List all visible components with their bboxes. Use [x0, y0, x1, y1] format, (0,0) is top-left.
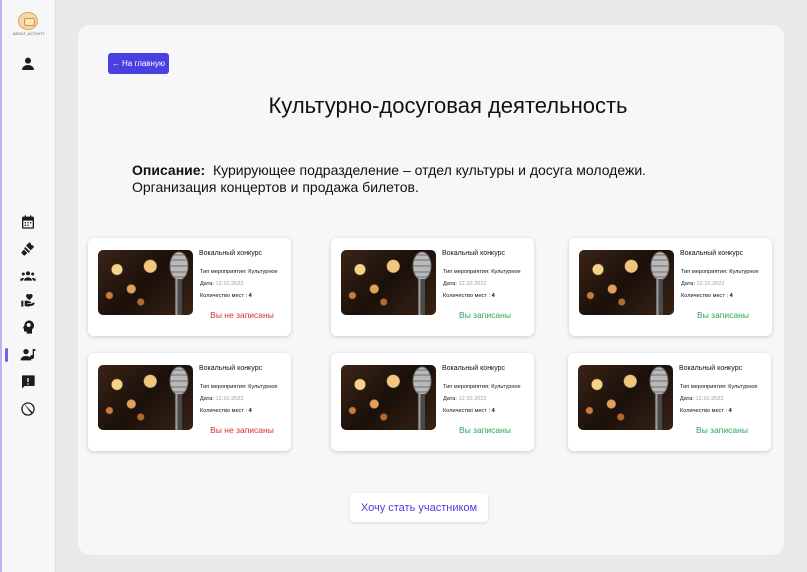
- event-image: [98, 250, 193, 315]
- registration-status: Вы записаны: [459, 425, 511, 435]
- event-seats: 4: [728, 408, 732, 414]
- event-date: 12.10.2022: [695, 396, 724, 402]
- main-content: ← На главную Культурно-досуговая деятель…: [78, 25, 784, 555]
- event-card[interactable]: Вокальный конкурс Тип мероприятия: Культ…: [331, 238, 534, 336]
- badminton-icon[interactable]: [19, 240, 37, 258]
- event-date-row: Дата: 12.10.2022: [443, 281, 487, 287]
- event-card[interactable]: Вокальный конкурс Тип мероприятия: Культ…: [88, 353, 291, 451]
- event-card[interactable]: Вокальный конкурс Тип мероприятия: Культ…: [88, 238, 291, 336]
- become-participant-button[interactable]: Хочу стать участником: [350, 493, 488, 522]
- event-date: 12.10.2022: [215, 281, 244, 287]
- microphone-icon: [169, 251, 189, 315]
- event-seats-row: Количество мест : 4: [680, 408, 732, 414]
- event-title: Вокальный конкурс: [442, 250, 506, 257]
- event-title: Вокальный конкурс: [199, 365, 263, 372]
- sidebar: ABOUT_ACTIVITY: [0, 0, 56, 572]
- event-image: [341, 365, 436, 430]
- event-seats: 4: [729, 293, 733, 299]
- back-button-label: На главную: [122, 59, 165, 68]
- event-date: 12.10.2022: [696, 281, 725, 287]
- event-seats: 4: [248, 408, 252, 414]
- event-image: [578, 365, 673, 430]
- event-type-row: Тип мероприятия: Культурное: [681, 269, 759, 275]
- event-date: 12.10.2022: [458, 281, 487, 287]
- microphone-icon: [412, 251, 432, 315]
- event-date-row: Дата: 12.10.2022: [681, 281, 725, 287]
- event-type-row: Тип мероприятия: Культурное: [680, 384, 758, 390]
- event-date-row: Дата: 12.10.2022: [680, 396, 724, 402]
- volunteer-icon[interactable]: [19, 291, 37, 309]
- calendar-icon[interactable]: [19, 213, 37, 231]
- block-icon[interactable]: [19, 400, 37, 418]
- feedback-icon[interactable]: [19, 373, 37, 391]
- event-image: [98, 365, 193, 430]
- event-seats-row: Количество мест : 4: [200, 293, 252, 299]
- event-seats-row: Количество мест : 4: [443, 293, 495, 299]
- logo-text: ABOUT_ACTIVITY: [13, 32, 45, 36]
- event-type: Культурное: [491, 269, 521, 275]
- event-type: Культурное: [491, 384, 521, 390]
- registration-status: Вы записаны: [696, 425, 748, 435]
- registration-status: Вы записаны: [459, 310, 511, 320]
- microphone-icon: [650, 251, 670, 315]
- event-type: Культурное: [248, 384, 278, 390]
- registration-status: Вы не записаны: [210, 425, 274, 435]
- event-seats-row: Количество мест : 4: [681, 293, 733, 299]
- logo-badge-icon: [18, 12, 38, 30]
- event-image: [341, 250, 436, 315]
- event-seats-row: Количество мест : 4: [443, 408, 495, 414]
- description-label: Описание:: [132, 162, 206, 178]
- event-date-row: Дата: 12.10.2022: [200, 396, 244, 402]
- event-title: Вокальный конкурс: [679, 365, 743, 372]
- microphone-icon: [412, 366, 432, 430]
- active-nav-indicator: [5, 348, 8, 362]
- event-date-row: Дата: 12.10.2022: [443, 396, 487, 402]
- event-card[interactable]: Вокальный конкурс Тип мероприятия: Культ…: [331, 353, 534, 451]
- event-type: Культурное: [728, 384, 758, 390]
- event-card[interactable]: Вокальный конкурс Тип мероприятия: Культ…: [569, 238, 772, 336]
- event-seats: 4: [248, 293, 252, 299]
- event-title: Вокальный конкурс: [442, 365, 506, 372]
- event-type-row: Тип мероприятия: Культурное: [200, 269, 278, 275]
- event-seats: 4: [491, 293, 495, 299]
- description-text: Курирующее подразделение – отдел культур…: [132, 162, 647, 195]
- person-music-icon[interactable]: [19, 346, 37, 364]
- page-title: Культурно-досуговая деятельность: [268, 93, 628, 118]
- event-seats-row: Количество мест : 4: [200, 408, 252, 414]
- event-title: Вокальный конкурс: [199, 250, 263, 257]
- event-image: [579, 250, 674, 315]
- description: Описание: Курирующее подразделение – отд…: [132, 162, 692, 196]
- event-type: Культурное: [729, 269, 759, 275]
- event-card[interactable]: Вокальный конкурс Тип мероприятия: Культ…: [568, 353, 771, 451]
- microphone-icon: [169, 366, 189, 430]
- arrow-left-icon: ←: [112, 59, 120, 68]
- event-type-row: Тип мероприятия: Культурное: [200, 384, 278, 390]
- event-type-row: Тип мероприятия: Культурное: [443, 384, 521, 390]
- microphone-icon: [649, 366, 669, 430]
- registration-status: Вы записаны: [697, 310, 749, 320]
- app-logo[interactable]: ABOUT_ACTIVITY: [13, 12, 45, 36]
- event-type-row: Тип мероприятия: Культурное: [443, 269, 521, 275]
- event-date: 12.10.2022: [215, 396, 244, 402]
- psychology-icon[interactable]: [19, 318, 37, 336]
- event-type: Культурное: [248, 269, 278, 275]
- event-date: 12.10.2022: [458, 396, 487, 402]
- event-date-row: Дата: 12.10.2022: [200, 281, 244, 287]
- back-to-home-button[interactable]: ← На главную: [108, 53, 169, 74]
- sidebar-accent-line: [0, 0, 2, 572]
- registration-status: Вы не записаны: [210, 310, 274, 320]
- group-icon[interactable]: [19, 267, 37, 285]
- event-title: Вокальный конкурс: [680, 250, 744, 257]
- event-seats: 4: [491, 408, 495, 414]
- profile-icon[interactable]: [19, 55, 37, 73]
